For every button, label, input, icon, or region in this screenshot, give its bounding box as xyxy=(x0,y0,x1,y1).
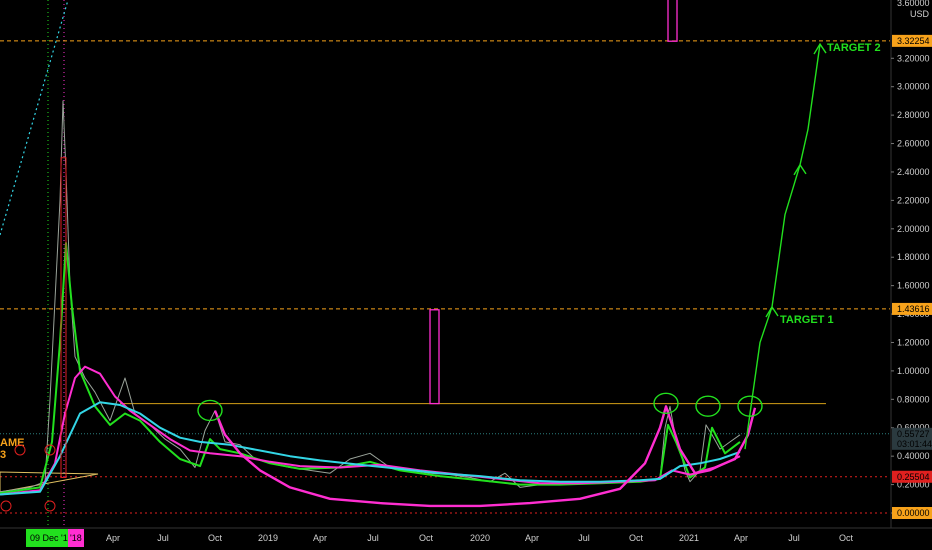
left-annotation-text: AME xyxy=(0,437,24,449)
x-tick-label: Apr xyxy=(734,533,748,543)
y-tick-label: 1.80000 xyxy=(897,252,930,262)
y-tick-label: 0.80000 xyxy=(897,394,930,404)
y-tick-label: 2.00000 xyxy=(897,224,930,234)
y-tick-label: 1.20000 xyxy=(897,337,930,347)
target-1-label: TARGET 1 xyxy=(780,314,834,326)
x-tick-label: Jul xyxy=(578,533,590,543)
y-tick-label: 0.40000 xyxy=(897,451,930,461)
y-tick-label: 2.80000 xyxy=(897,110,930,120)
x-tick-label: 2019 xyxy=(258,533,278,543)
chart-background xyxy=(0,0,932,550)
zero-price-tag-text: 0.00000 xyxy=(897,508,930,518)
y-tick-label: 1.60000 xyxy=(897,281,930,291)
y-tick-label: 2.60000 xyxy=(897,139,930,149)
time-axis[interactable]: Apr Jul Oct 2019 Apr Jul Oct 2020 Apr Jul Oct 2021 A… xyxy=(0,527,932,550)
x-tick-label: Apr xyxy=(106,533,120,543)
date-highlight-label: 09 Dec '17 xyxy=(30,533,73,543)
x-tick-label: 2020 xyxy=(470,533,490,543)
y-tick-label: 3.60000 xyxy=(897,0,930,8)
current-price-tag-text: 0.55727 xyxy=(897,429,930,439)
target-1-price-tag-text: 1.43616 xyxy=(897,304,930,314)
x-tick-label: Jul xyxy=(157,533,169,543)
price-axis[interactable]: 3.60000USD 3.20000 3.00000 2.80000 2.60000 2.… xyxy=(890,0,932,528)
target-2-price-tag-text: 3.32254 xyxy=(897,36,930,46)
y-tick-label: 1.00000 xyxy=(897,366,930,376)
date-highlight-suffix: '18 xyxy=(70,533,82,543)
x-tick-label: Apr xyxy=(313,533,327,543)
x-tick-label: Oct xyxy=(839,533,854,543)
y-tick-label: 2.20000 xyxy=(897,195,930,205)
currency-unit-label: USD xyxy=(910,9,930,19)
x-tick-label: 2021 xyxy=(679,533,699,543)
y-tick-label: 3.00000 xyxy=(897,82,930,92)
x-tick-label: Oct xyxy=(419,533,434,543)
support-price-tag-text: 0.25504 xyxy=(897,472,930,482)
x-tick-label: Oct xyxy=(629,533,644,543)
x-tick-label: Oct xyxy=(208,533,223,543)
left-annotation-text-2: 3 xyxy=(0,449,6,461)
x-tick-label: Jul xyxy=(367,533,379,543)
x-tick-label: Jul xyxy=(788,533,800,543)
price-chart[interactable]: 3.60000USD 3.20000 3.00000 2.80000 2.60000 2.… xyxy=(0,0,932,550)
y-tick-label: 3.20000 xyxy=(897,53,930,63)
x-tick-label: Apr xyxy=(525,533,539,543)
current-price-countdown: 03:01:44 xyxy=(897,439,932,449)
y-tick-label: 2.40000 xyxy=(897,167,930,177)
target-2-label: TARGET 2 xyxy=(827,42,881,54)
